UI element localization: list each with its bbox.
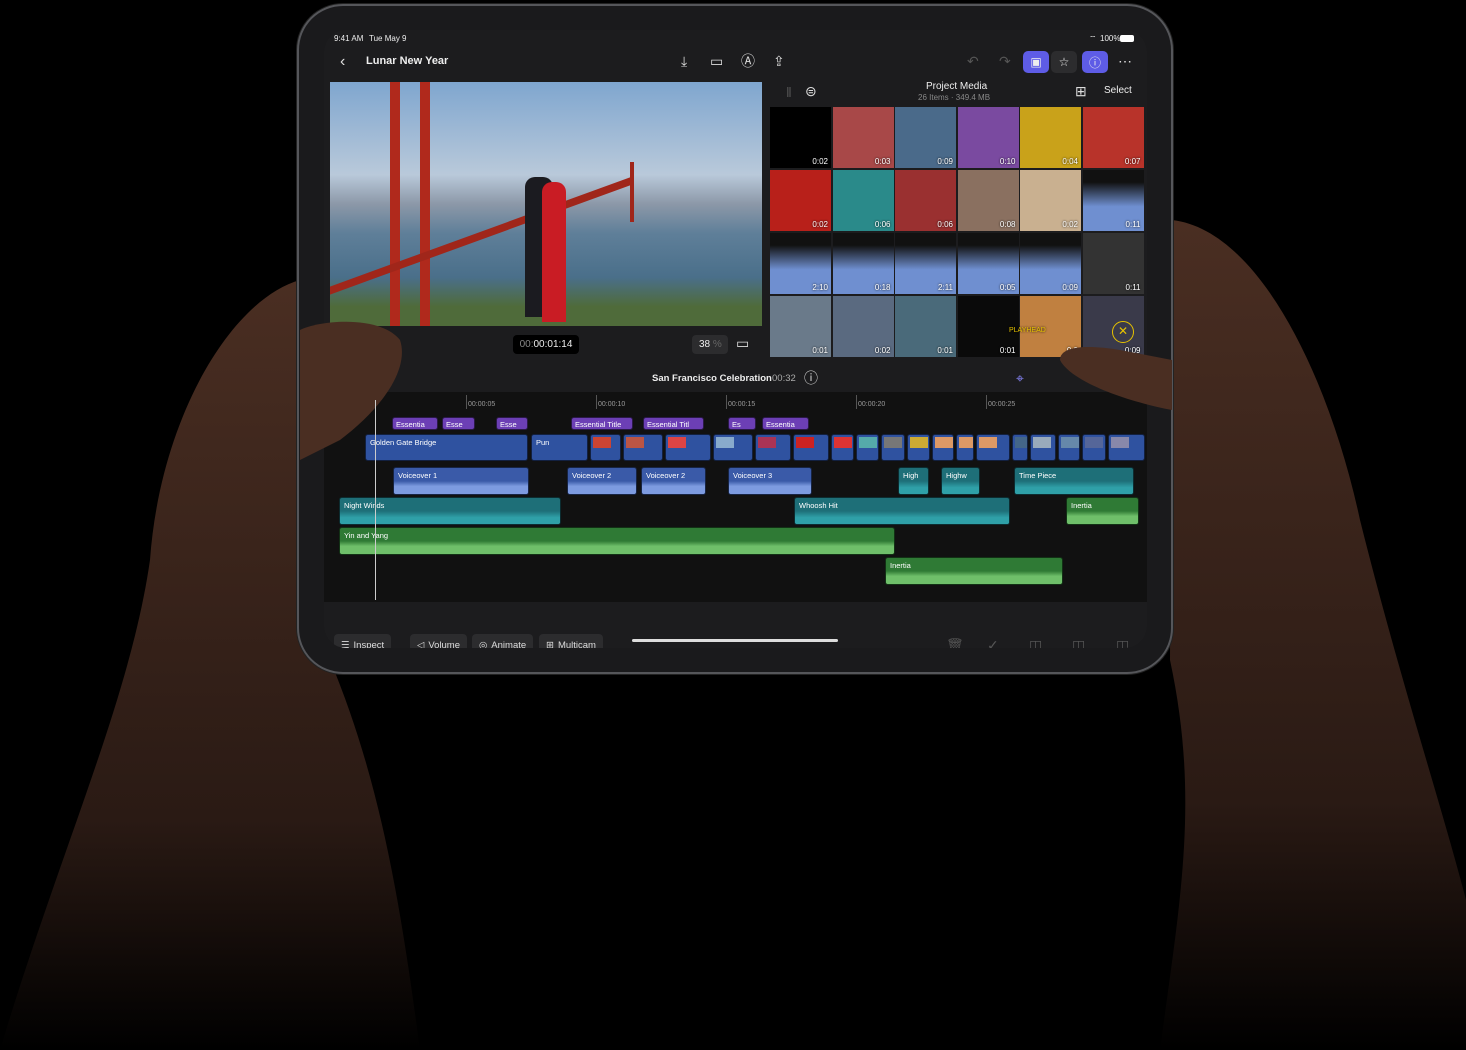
close-icon: ✕	[1117, 324, 1129, 338]
thumbs	[300, 321, 1172, 460]
close-jog-button[interactable]: ✕	[1112, 321, 1134, 343]
playhead[interactable]	[375, 400, 376, 600]
playhead-label: PLAYHEAD	[1009, 327, 1046, 334]
